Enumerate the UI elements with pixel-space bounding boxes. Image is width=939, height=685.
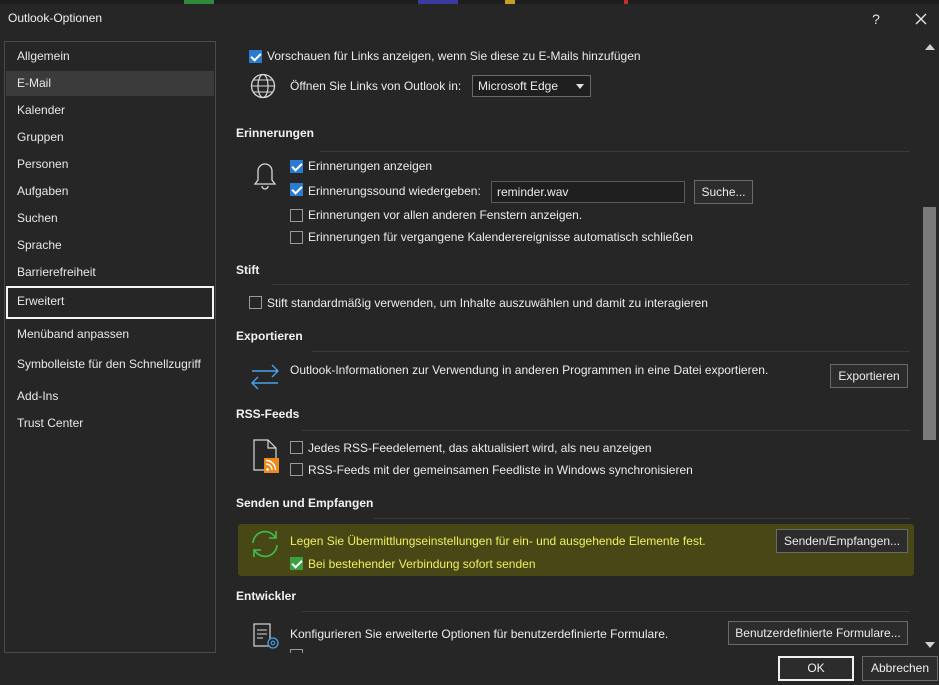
rss-new-items-checkbox[interactable] (290, 441, 303, 454)
section-divider (302, 611, 910, 612)
send-immediately-checkbox[interactable] (290, 557, 303, 570)
section-title-stift: Stift (236, 263, 260, 277)
window-title: Outlook-Optionen (8, 11, 103, 25)
browser-select-value: Microsoft Edge (478, 79, 559, 93)
send-receive-description: Legen Sie Übermittlungseinstellungen für… (290, 534, 706, 548)
close-icon (915, 13, 927, 25)
export-button[interactable]: Exportieren (830, 364, 908, 388)
title-bar: Outlook-Optionen ? (0, 0, 939, 38)
sync-icon (252, 530, 278, 558)
options-content: Vorschauen für Links anzeigen, wenn Sie … (232, 41, 920, 653)
developer-description: Konfigurieren Sie erweiterte Optionen fü… (290, 627, 669, 641)
nav-item-personen[interactable]: Personen (6, 152, 214, 177)
send-immediately-label: Bei bestehender Verbindung sofort senden (308, 557, 536, 571)
auto-dismiss-label: Erinnerungen für vergangene Kalendererei… (308, 230, 693, 244)
section-divider (312, 351, 910, 352)
ok-button[interactable]: OK (778, 656, 854, 681)
pen-default-label: Stift standardmäßig verwenden, um Inhalt… (267, 296, 708, 310)
section-title-erinnerungen: Erinnerungen (236, 126, 315, 140)
content-scrollbar[interactable] (922, 41, 937, 653)
section-divider (272, 284, 910, 285)
developer-option-checkbox[interactable] (290, 649, 303, 653)
pen-default-checkbox[interactable] (249, 296, 262, 309)
link-preview-label: Vorschauen für Links anzeigen, wenn Sie … (267, 49, 641, 63)
reminders-on-top-label: Erinnerungen vor allen anderen Fenstern … (308, 208, 583, 222)
nav-item-add-ins[interactable]: Add-Ins (6, 384, 214, 409)
nav-item-gruppen[interactable]: Gruppen (6, 125, 214, 150)
scroll-up-arrow-icon[interactable] (925, 44, 935, 50)
chevron-down-icon (576, 84, 584, 89)
section-title-exportieren: Exportieren (236, 329, 303, 343)
rss-new-items-label: Jedes RSS-Feedelement, das aktualisiert … (308, 441, 652, 455)
section-title-senden-empfangen: Senden und Empfangen (236, 496, 374, 510)
nav-item-kalender[interactable]: Kalender (6, 98, 214, 123)
reminder-sound-checkbox[interactable] (290, 183, 303, 196)
reminder-sound-label: Erinnerungssound wiedergeben: (308, 184, 481, 198)
section-title-rss-feeds: RSS-Feeds (236, 407, 300, 421)
nav-item-sprache[interactable]: Sprache (6, 233, 214, 258)
browser-select[interactable]: Microsoft Edge (472, 75, 591, 97)
section-divider (320, 151, 910, 152)
show-reminders-label: Erinnerungen anzeigen (308, 159, 433, 173)
help-button[interactable]: ? (866, 8, 886, 30)
options-navigation: Allgemein E-Mail Kalender Gruppen Person… (4, 41, 216, 653)
nav-item-erweitert[interactable]: Erweitert (6, 286, 214, 319)
export-arrows-icon (251, 364, 279, 390)
nav-item-schnellzugriff[interactable]: Symbolleiste für den Schnellzugriff (6, 352, 214, 377)
section-divider (302, 430, 910, 431)
scroll-down-arrow-icon[interactable] (925, 642, 935, 648)
send-receive-button[interactable]: Senden/Empfangen... (776, 529, 908, 553)
show-reminders-checkbox[interactable] (290, 160, 303, 173)
nav-item-menueband-anpassen[interactable]: Menüband anpassen (6, 322, 214, 347)
custom-forms-gear-icon (253, 623, 279, 649)
reminder-sound-file-input[interactable]: reminder.wav (491, 181, 685, 203)
nav-item-suchen[interactable]: Suchen (6, 206, 214, 231)
open-links-label: Öffnen Sie Links von Outlook in: (290, 79, 462, 93)
nav-item-trust-center[interactable]: Trust Center (6, 411, 214, 436)
link-preview-checkbox[interactable] (249, 50, 262, 63)
browse-sound-button[interactable]: Suche... (694, 180, 753, 204)
cancel-button[interactable]: Abbrechen (862, 656, 938, 681)
nav-item-allgemein[interactable]: Allgemein (6, 44, 214, 69)
scroll-thumb[interactable] (923, 207, 936, 440)
custom-forms-button[interactable]: Benutzerdefinierte Formulare... (728, 621, 908, 645)
auto-dismiss-checkbox[interactable] (290, 231, 303, 244)
reminders-on-top-checkbox[interactable] (290, 209, 303, 222)
bell-icon (253, 163, 277, 190)
section-title-entwickler: Entwickler (236, 589, 297, 603)
rss-sync-checkbox[interactable] (290, 463, 303, 476)
export-description: Outlook-Informationen zur Verwendung in … (290, 363, 769, 377)
section-divider (374, 518, 910, 519)
rss-sync-label: RSS-Feeds mit der gemeinsamen Feedliste … (308, 463, 693, 477)
nav-item-aufgaben[interactable]: Aufgaben (6, 179, 214, 204)
nav-item-email[interactable]: E-Mail (6, 71, 214, 96)
background-app-strip (0, 0, 939, 4)
close-button[interactable] (908, 8, 934, 30)
globe-icon (250, 73, 276, 99)
rss-document-icon (253, 439, 279, 473)
nav-item-barrierefreiheit[interactable]: Barrierefreiheit (6, 260, 214, 285)
